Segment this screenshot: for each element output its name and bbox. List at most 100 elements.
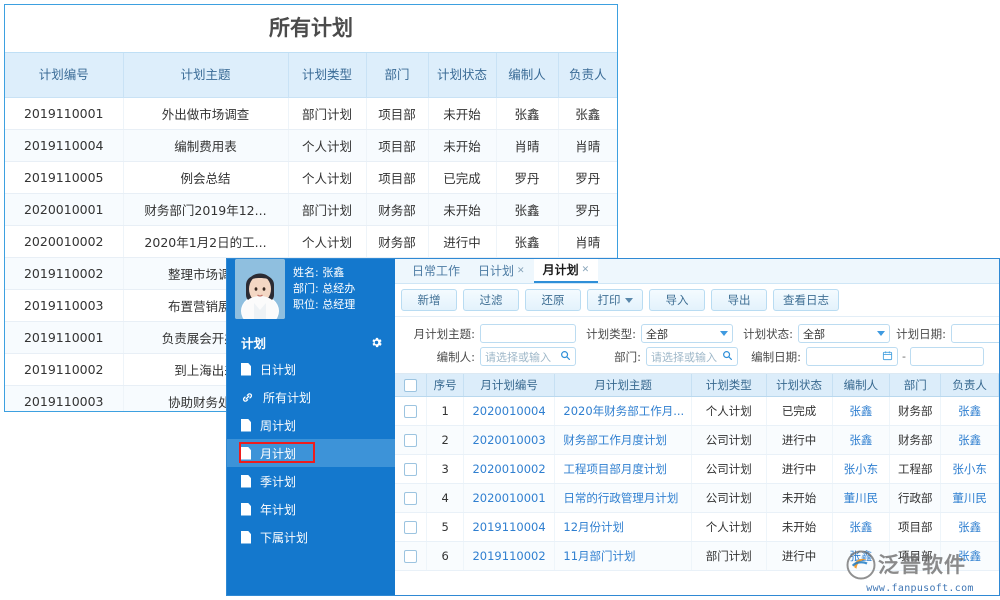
column-header[interactable]: 负责人 (558, 53, 617, 98)
close-icon[interactable]: ✕ (517, 267, 525, 276)
tab-daily-work[interactable]: 日常工作 (403, 259, 469, 283)
cell-author[interactable]: 张鑫 (832, 426, 890, 455)
calendar-icon[interactable] (882, 350, 893, 364)
restore-button[interactable]: 还原 (525, 289, 581, 311)
month-plan-window: 姓名: 张鑫 部门: 总经办 职位: 总经理 计划 日计划 (226, 258, 1000, 596)
row-checkbox-cell[interactable] (395, 484, 427, 513)
row-checkbox-cell[interactable] (395, 455, 427, 484)
table-row[interactable]: 2020010001 财务部门2019年12... 部门计划 财务部 未开始 张… (5, 194, 617, 226)
cell-plan-no: 2020010001 (5, 194, 123, 226)
column-header-subject[interactable]: 月计划主题 (555, 374, 691, 397)
cell-plan-no[interactable]: 2019110002 (463, 542, 555, 571)
filter-button[interactable]: 过滤 (463, 289, 519, 311)
view-log-button[interactable]: 查看日志 (773, 289, 839, 311)
add-button[interactable]: 新增 (401, 289, 457, 311)
column-header-index[interactable]: 序号 (427, 374, 463, 397)
column-header-dept[interactable]: 部门 (890, 374, 941, 397)
select-all-checkbox[interactable] (404, 379, 417, 392)
row-checkbox-cell[interactable] (395, 513, 427, 542)
table-row[interactable]: 6 2019110002 11月部门计划 部门计划 进行中 张鑫 项目部 张鑫 (395, 542, 999, 571)
sidebar-item-quarter-plan[interactable]: 季计划 (227, 467, 395, 495)
row-checkbox[interactable] (404, 550, 417, 563)
row-checkbox[interactable] (404, 434, 417, 447)
cell-owner[interactable]: 张鑫 (941, 513, 999, 542)
cell-subject[interactable]: 11月部门计划 (555, 542, 691, 571)
column-header-owner[interactable]: 负责人 (941, 374, 999, 397)
plan-status-select[interactable]: 全部 (798, 324, 890, 343)
table-row[interactable]: 4 2020010001 日常的行政管理月计划 公司计划 未开始 董川民 行政部… (395, 484, 999, 513)
create-date-to-input[interactable] (910, 347, 984, 366)
close-icon[interactable]: ✕ (582, 266, 590, 275)
sidebar-item-week-plan[interactable]: 周计划 (227, 411, 395, 439)
column-header[interactable]: 部门 (366, 53, 428, 98)
cell-owner[interactable]: 张鑫 (941, 542, 999, 571)
cell-subject[interactable]: 12月份计划 (555, 513, 691, 542)
cell-plan-no[interactable]: 2020010002 (463, 455, 555, 484)
column-header[interactable]: 计划主题 (123, 53, 288, 98)
column-header-type[interactable]: 计划类型 (691, 374, 766, 397)
row-checkbox-cell[interactable] (395, 426, 427, 455)
sidebar-item-day-plan[interactable]: 日计划 (227, 355, 395, 383)
table-row[interactable]: 2019110001 外出做市场调查 部门计划 项目部 未开始 张鑫 张鑫 (5, 98, 617, 130)
table-row[interactable]: 2 2020010003 财务部工作月度计划 公司计划 进行中 张鑫 财务部 张… (395, 426, 999, 455)
subject-input[interactable] (480, 324, 576, 343)
cell-plan-no[interactable]: 2020010004 (463, 397, 555, 426)
table-row[interactable]: 2019110004 编制费用表 个人计划 项目部 未开始 肖晴 肖晴 (5, 130, 617, 162)
import-button[interactable]: 导入 (649, 289, 705, 311)
row-checkbox[interactable] (404, 492, 417, 505)
cell-subject: 例会总结 (123, 162, 288, 194)
create-date-from-input[interactable] (806, 347, 898, 366)
row-checkbox[interactable] (404, 521, 417, 534)
cell-author[interactable]: 张鑫 (832, 542, 890, 571)
sidebar-item-year-plan[interactable]: 年计划 (227, 495, 395, 523)
column-header[interactable]: 计划状态 (428, 53, 496, 98)
cell-author[interactable]: 张小东 (832, 455, 890, 484)
row-checkbox-cell[interactable] (395, 542, 427, 571)
row-checkbox[interactable] (404, 463, 417, 476)
cell-owner: 张鑫 (558, 98, 617, 130)
cell-author[interactable]: 张鑫 (832, 397, 890, 426)
cell-owner[interactable]: 张鑫 (941, 397, 999, 426)
cell-author[interactable]: 董川民 (832, 484, 890, 513)
table-row[interactable]: 3 2020010002 工程项目部月度计划 公司计划 进行中 张小东 工程部 … (395, 455, 999, 484)
plan-type-select[interactable]: 全部 (641, 324, 733, 343)
tab-day-plan[interactable]: 日计划 ✕ (469, 259, 534, 283)
table-row[interactable]: 2020010002 2020年1月2日的工... 个人计划 财务部 进行中 张… (5, 226, 617, 258)
cell-owner[interactable]: 张鑫 (941, 426, 999, 455)
select-all-header[interactable] (395, 374, 427, 397)
print-button[interactable]: 打印 (587, 289, 643, 311)
cell-status: 未开始 (428, 98, 496, 130)
search-icon[interactable] (722, 350, 733, 364)
column-header-plan-no[interactable]: 月计划编号 (463, 374, 555, 397)
column-header[interactable]: 计划编号 (5, 53, 123, 98)
search-icon[interactable] (560, 350, 571, 364)
row-checkbox[interactable] (404, 405, 417, 418)
gear-icon[interactable] (370, 336, 383, 349)
cell-subject[interactable]: 2020年财务部工作月... (555, 397, 691, 426)
sidebar-item-month-plan[interactable]: 月计划 (227, 439, 395, 467)
cell-plan-no[interactable]: 2020010001 (463, 484, 555, 513)
table-row[interactable]: 2019110005 例会总结 个人计划 项目部 已完成 罗丹 罗丹 (5, 162, 617, 194)
export-button[interactable]: 导出 (711, 289, 767, 311)
cell-author[interactable]: 张鑫 (832, 513, 890, 542)
tab-month-plan[interactable]: 月计划 ✕ (534, 259, 599, 283)
cell-owner[interactable]: 董川民 (941, 484, 999, 513)
column-header-author[interactable]: 编制人 (832, 374, 890, 397)
cell-subject[interactable]: 财务部工作月度计划 (555, 426, 691, 455)
sidebar-item-all-plans[interactable]: 所有计划 (227, 383, 395, 411)
cell-owner[interactable]: 张小东 (941, 455, 999, 484)
column-header[interactable]: 计划类型 (288, 53, 366, 98)
dept-input[interactable]: 请选择或输入 (646, 347, 738, 366)
cell-subject[interactable]: 日常的行政管理月计划 (555, 484, 691, 513)
column-header-status[interactable]: 计划状态 (766, 374, 832, 397)
column-header[interactable]: 编制人 (496, 53, 558, 98)
cell-subject[interactable]: 工程项目部月度计划 (555, 455, 691, 484)
row-checkbox-cell[interactable] (395, 397, 427, 426)
sidebar-item-subordinate-plan[interactable]: 下属计划 (227, 523, 395, 551)
cell-plan-no[interactable]: 2020010003 (463, 426, 555, 455)
cell-plan-no[interactable]: 2019110004 (463, 513, 555, 542)
author-input[interactable]: 请选择或输入 (480, 347, 576, 366)
table-row[interactable]: 1 2020010004 2020年财务部工作月... 个人计划 已完成 张鑫 … (395, 397, 999, 426)
table-row[interactable]: 5 2019110004 12月份计划 个人计划 未开始 张鑫 项目部 张鑫 (395, 513, 999, 542)
plan-date-input[interactable] (951, 324, 1000, 343)
